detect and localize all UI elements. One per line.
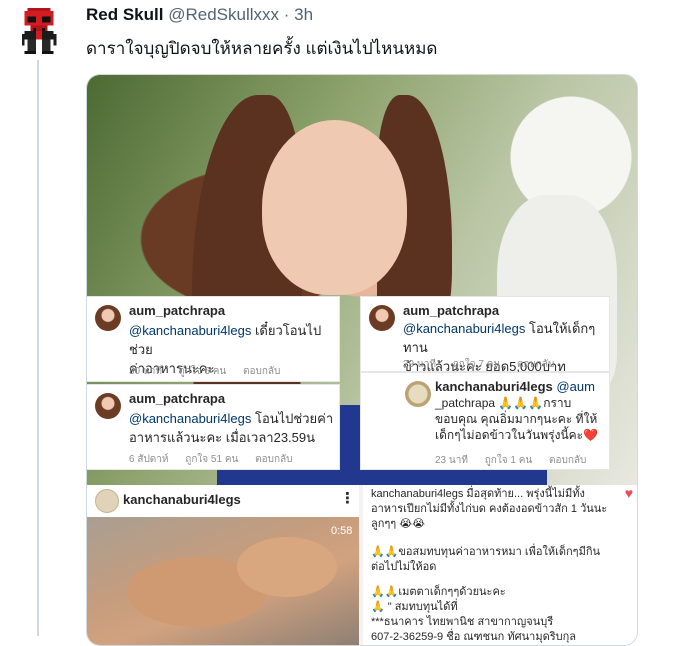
face-shape	[262, 120, 407, 295]
separator-dot: ·	[283, 5, 290, 24]
user-handle[interactable]: @RedSkullxxx	[168, 5, 279, 24]
avatar[interactable]	[16, 8, 62, 54]
comment-time: 23 นาที	[435, 455, 468, 466]
caption-line: 🙏 " สมทบทุนได้ที่	[371, 601, 458, 613]
commenter-avatar[interactable]	[405, 381, 431, 407]
comment-text-line: _patchrapa 🙏🙏🙏กราบ	[435, 396, 572, 410]
comment-mention[interactable]: @aum	[556, 379, 595, 394]
comment-username[interactable]: kanchanaburi4legs @aum	[435, 379, 595, 394]
caption-line: kanchanaburi4legs มื่อสุดท้าย... พรุ่งนี…	[371, 488, 585, 500]
comment-username[interactable]: aum_patchrapa	[129, 303, 225, 318]
comment-likes[interactable]: ถูกใจ 7 คน	[453, 359, 501, 370]
comment-text-line: ขอบคุณ คุณอิ่มมากๆนะคะ ที่ให้	[435, 412, 598, 426]
comment-likes[interactable]: ถูกใจ 1 คน	[485, 455, 533, 466]
comment-text-line: อาหารแล้วนะคะ เมื่อเวลา23.59น	[129, 430, 316, 445]
dog-shape	[237, 537, 337, 597]
reply-link[interactable]: ตอบกลับ	[549, 455, 586, 466]
instagram-post: kanchanaburi4legs ⋮ 0:58	[87, 485, 359, 645]
caption-line: 🙏🙏เมตตาเด็กๆๆด้วยนะคะ	[371, 586, 506, 598]
comment-mention[interactable]: @kanchanaburi4legs	[129, 323, 251, 338]
comment-card: aum_patchrapa @kanchanaburi4legs โอนให้เ…	[361, 297, 609, 374]
tweet-media[interactable]: aum_patchrapa @kanchanaburi4legs เดี๋ยวโ…	[86, 74, 638, 646]
post-caption: kanchanaburi4legs มื่อสุดท้าย... พรุ่งนี…	[363, 485, 637, 645]
commenter-avatar[interactable]	[95, 393, 121, 419]
comment-text: _patchrapa 🙏🙏🙏กราบ ขอบคุณ คุณอิ่มมากๆนะค…	[435, 395, 607, 443]
tweet-header: Red Skull @RedSkullxxx · 3h	[86, 5, 313, 25]
comment-time: 29 นาที	[403, 359, 436, 370]
comment-time: 6 สัปดาห์	[129, 454, 169, 465]
commenter-avatar[interactable]	[369, 305, 395, 331]
comment-meta: 6 สัปดาห์ ถูกใจ 51 คน ตอบกลับ	[129, 452, 307, 467]
more-options-icon[interactable]: ⋮	[340, 489, 355, 507]
reply-link[interactable]: ตอบกลับ	[255, 454, 292, 465]
comment-username[interactable]: aum_patchrapa	[403, 303, 499, 318]
comment-meta: 23 นาที ถูกใจ 1 คน ตอบกลับ	[435, 453, 600, 468]
post-username[interactable]: kanchanaburi4legs	[123, 492, 241, 507]
comment-text-line: เด็กๆไม่อดข้าวในวันพรุ่งนี้คะ❤️	[435, 428, 599, 442]
tweet-text: ดาราใจบุญปิดจบให้หลายครั้ง แต่เงินไปไหนห…	[86, 39, 438, 58]
post-avatar[interactable]	[95, 489, 119, 513]
comment-text-line: โอนไปช่วยค่า	[251, 411, 334, 426]
tweet-time[interactable]: 3h	[294, 5, 313, 24]
video-duration: 0:58	[331, 525, 353, 537]
comment-meta: 29 นาที ถูกใจ 7 คน ตอบกลับ	[403, 357, 568, 372]
post-header: kanchanaburi4legs ⋮	[87, 485, 359, 513]
heart-icon[interactable]: ♥	[625, 485, 633, 501]
comment-likes[interactable]: ถูกใจ 6 คน	[179, 366, 227, 377]
comment-username-text[interactable]: kanchanaburi4legs	[435, 379, 553, 394]
reply-link[interactable]: ตอบกลับ	[517, 359, 554, 370]
comment-username[interactable]: aum_patchrapa	[129, 391, 225, 406]
caption-line: ลูกๆๆ 😭😭	[371, 518, 425, 530]
comment-mention[interactable]: @kanchanaburi4legs	[403, 321, 525, 336]
comment-time: 30 นาที	[129, 366, 162, 377]
thread-line	[37, 60, 39, 636]
reply-link[interactable]: ตอบกลับ	[243, 366, 280, 377]
caption-line: ***ธนาคาร ไทยพานิช สาขากาญจนบุรี	[371, 616, 554, 628]
comment-card: aum_patchrapa @kanchanaburi4legs เดี๋ยวโ…	[87, 297, 339, 381]
comment-text: @kanchanaburi4legs โอนไปช่วยค่า อาหารแล้…	[129, 409, 335, 447]
commenter-avatar[interactable]	[95, 305, 121, 331]
caption-line: ต่อไปไม่ให้อด	[371, 561, 437, 573]
comment-meta: 30 นาที ถูกใจ 6 คน ตอบกลับ	[129, 364, 294, 379]
comment-mention[interactable]: @kanchanaburi4legs	[129, 411, 251, 426]
dogs-video[interactable]: 0:58	[87, 517, 359, 645]
caption-line: อาหารเปียกไม่มีทั้งไก่บด คงต้องอดข้าวสัก…	[371, 503, 608, 515]
caption-line: 607-2-36259-9 ชื่อ ณฑชนก ทัศนามุดริบกุล	[371, 631, 577, 643]
caption-line: 🙏🙏ขอสมทบทุนค่าอาหารหมา เพื่อให้เด็กๆมีกิ…	[371, 546, 601, 558]
comment-reply-card: kanchanaburi4legs @aum _patchrapa 🙏🙏🙏กรา…	[361, 373, 609, 469]
comment-likes[interactable]: ถูกใจ 51 คน	[185, 454, 238, 465]
display-name[interactable]: Red Skull	[86, 5, 163, 24]
comment-card: aum_patchrapa @kanchanaburi4legs โอนไปช่…	[87, 385, 339, 469]
